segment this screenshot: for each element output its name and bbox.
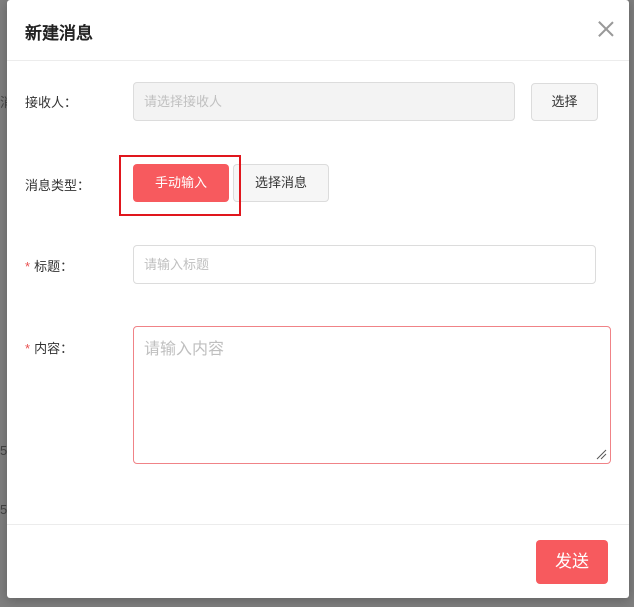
required-mark: * (25, 259, 31, 274)
content-label: * 内容： (25, 338, 73, 357)
highlight-box (119, 155, 241, 216)
footer-divider (7, 524, 629, 525)
dialog-title: 新建消息 (25, 24, 93, 43)
message-type-label: 消息类型： (25, 178, 91, 193)
content-textarea[interactable] (133, 326, 611, 464)
recipient-input[interactable]: 请选择接收人 (133, 82, 515, 121)
recipient-label: 接收人： (25, 95, 78, 110)
resize-grip-icon[interactable] (595, 448, 607, 460)
select-recipient-button[interactable]: 选择 (531, 83, 598, 121)
dialog-header: 新建消息 (7, 0, 629, 61)
title-input[interactable] (133, 245, 596, 284)
title-label: * 标题： (25, 256, 73, 275)
close-icon[interactable] (597, 20, 615, 38)
choose-message-button[interactable]: 选择消息 (233, 164, 329, 202)
title-label-text: 标题： (34, 259, 74, 274)
required-mark: * (25, 341, 31, 356)
content-label-text: 内容： (34, 341, 74, 356)
new-message-dialog: 新建消息 接收人： 请选择接收人 选择 消息类型： 手动输入 选择消息 * 标题：… (7, 0, 629, 598)
send-button[interactable]: 发送 (536, 540, 608, 584)
